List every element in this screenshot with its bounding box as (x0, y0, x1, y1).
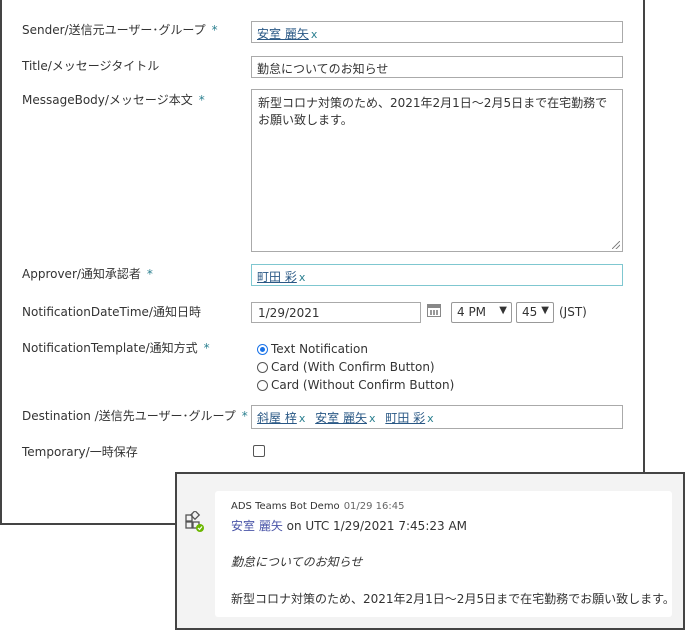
calendar-icon[interactable] (427, 304, 441, 317)
hour-select[interactable]: 4 PM ▼ (451, 302, 512, 323)
required-mark: * (211, 23, 218, 37)
chevron-down-icon: ▼ (499, 305, 507, 316)
title-label: Title/メッセージタイトル (22, 59, 160, 73)
destination-person-name[interactable]: 安室 麗矢 (315, 411, 367, 425)
required-mark: * (198, 93, 205, 107)
teams-bot-icon (185, 511, 204, 532)
temporary-checkbox[interactable] (253, 445, 265, 457)
message-body: 新型コロナ対策のため、2021年2月1日～2月5日まで在宅勤務でお願い致します。 (231, 592, 675, 606)
remove-person-icon[interactable]: x (369, 412, 376, 425)
teams-message-preview: ADS Teams Bot Demo 01/29 16:45 安室 麗矢 on U… (175, 472, 685, 630)
required-mark: * (146, 267, 153, 281)
approver-label: Approver/通知承認者 * (22, 267, 153, 281)
body-text: 新型コロナ対策のため、2021年2月1日～2月5日まで在宅勤務でお願い致します。 (258, 96, 608, 127)
required-mark: * (203, 341, 210, 355)
approver-person-name[interactable]: 町田 彩 (257, 270, 297, 284)
temporary-label: Temporary/一時保存 (22, 445, 138, 459)
message-sender: ADS Teams Bot Demo 01/29 16:45 (231, 501, 405, 512)
message-meta: 安室 麗矢 on UTC 1/29/2021 7:45:23 AM (231, 519, 468, 533)
bot-name: ADS Teams Bot Demo (231, 501, 340, 512)
destination-person-name[interactable]: 町田 彩 (385, 411, 425, 425)
resize-grip-icon[interactable] (612, 241, 620, 249)
chevron-down-icon: ▼ (541, 305, 549, 316)
template-option-text[interactable]: Text Notification (257, 342, 368, 356)
remove-person-icon[interactable]: x (427, 412, 434, 425)
radio-icon[interactable] (257, 379, 268, 391)
timezone-label: (JST) (559, 305, 587, 319)
sender-people-picker[interactable]: 安室 麗矢 x (251, 21, 623, 43)
template-option-card-confirm[interactable]: Card (With Confirm Button) (257, 360, 435, 374)
title-input[interactable]: 勤怠についてのお知らせ (251, 56, 623, 78)
body-label: MessageBody/メッセージ本文 * (22, 93, 205, 107)
template-label: NotificationTemplate/通知方式 * (22, 341, 210, 355)
message-bubble: ADS Teams Bot Demo 01/29 16:45 安室 麗矢 on U… (215, 491, 675, 617)
notification-form: Sender/送信元ユーザー･グループ * 安室 麗矢 x Title/メッセージタ… (0, 0, 645, 525)
destination-person-name[interactable]: 斜屋 梓 (257, 411, 297, 425)
date-input[interactable]: 1/29/2021 (251, 302, 421, 323)
approver-people-picker[interactable]: 町田 彩x (251, 264, 623, 286)
required-mark: * (241, 409, 248, 423)
remove-person-icon[interactable]: x (299, 412, 306, 425)
sender-label: Sender/送信元ユーザー･グループ * (22, 23, 218, 37)
message-title: 勤怠についてのお知らせ (231, 555, 363, 569)
destination-label: Destination /送信先ユーザー･グループ * (22, 409, 248, 423)
sender-person-name[interactable]: 安室 麗矢 (257, 27, 309, 41)
radio-icon[interactable] (257, 361, 268, 373)
body-textarea[interactable]: 新型コロナ対策のため、2021年2月1日～2月5日まで在宅勤務でお願い致します。 (251, 89, 623, 252)
template-option-card-no-confirm[interactable]: Card (Without Confirm Button) (257, 378, 454, 392)
remove-person-icon[interactable]: x (299, 271, 306, 284)
author-name: 安室 麗矢 (231, 519, 283, 533)
destination-people-picker[interactable]: 斜屋 梓x 安室 麗矢 x 町田 彩x (251, 405, 623, 429)
remove-person-icon[interactable]: x (311, 28, 318, 41)
message-time: 01/29 16:45 (343, 501, 405, 512)
datetime-label: NotificationDateTime/通知日時 (22, 305, 201, 319)
radio-selected-icon[interactable] (257, 343, 268, 355)
minute-select[interactable]: 45 ▼ (516, 302, 554, 323)
